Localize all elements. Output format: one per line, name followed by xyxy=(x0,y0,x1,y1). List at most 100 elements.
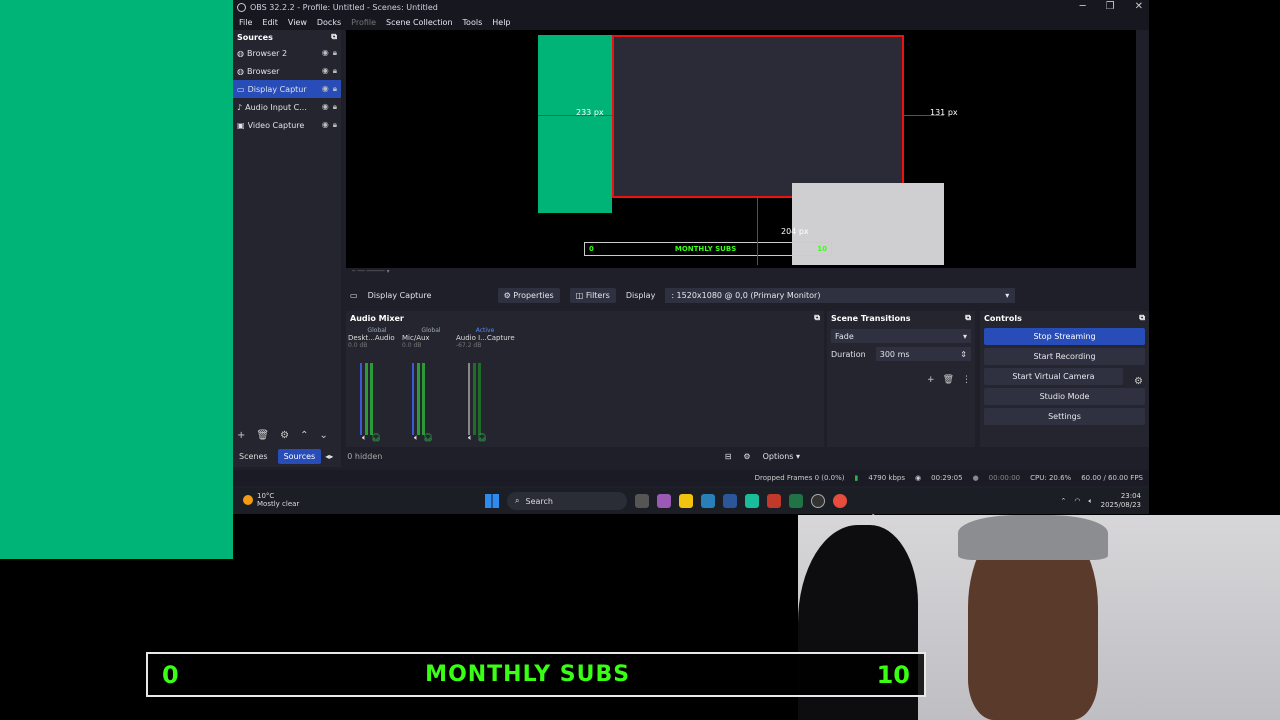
volume-fader[interactable] xyxy=(360,363,362,435)
source-item-audio-input[interactable]: ♪ Audio Input C... ◉ 🔒︎ xyxy=(233,98,341,116)
add-source-button[interactable]: + xyxy=(237,430,245,441)
undock-icon[interactable]: ⧉ xyxy=(1139,313,1145,323)
powerpoint-icon[interactable] xyxy=(767,494,781,508)
start-virtual-camera-button[interactable]: Start Virtual Camera xyxy=(984,368,1123,385)
edge-icon[interactable] xyxy=(745,494,759,508)
undock-icon[interactable]: ⧉ xyxy=(331,32,337,42)
filters-button[interactable]: ◫ Filters xyxy=(569,287,616,303)
headphones-icon[interactable]: 🎧︎ xyxy=(423,433,433,443)
settings-button[interactable]: Settings xyxy=(984,408,1145,425)
channel-name[interactable]: Audio I...Capture xyxy=(456,334,515,342)
add-transition-button[interactable]: + xyxy=(927,375,935,385)
speaker-icon[interactable]: 🔈︎ xyxy=(362,433,367,443)
file-explorer-icon[interactable] xyxy=(679,494,693,508)
speaker-icon[interactable]: 🔈︎ xyxy=(468,433,473,443)
eye-icon[interactable]: ◉ xyxy=(322,48,329,58)
eye-icon[interactable]: ◉ xyxy=(322,102,329,112)
volume-fader[interactable] xyxy=(412,363,414,435)
properties-button[interactable]: ⚙ Properties xyxy=(497,287,560,303)
close-button[interactable]: ✕ xyxy=(1135,1,1143,12)
options-button[interactable]: Options ▾ xyxy=(763,452,800,461)
lock-icon[interactable]: 🔒︎ xyxy=(333,66,337,76)
remove-transition-button[interactable]: 🗑︎ xyxy=(943,375,954,385)
excel-icon[interactable] xyxy=(789,494,803,508)
menu-scene-collection[interactable]: Scene Collection xyxy=(386,18,453,27)
mixer-settings-icon[interactable]: ⚙ xyxy=(743,452,750,461)
menu-profile[interactable]: Profile xyxy=(351,18,376,27)
speaker-icon[interactable]: 🔈︎ xyxy=(414,433,419,443)
obs-taskbar-icon[interactable] xyxy=(811,494,825,508)
stop-streaming-button[interactable]: Stop Streaming xyxy=(984,328,1145,345)
minimize-button[interactable]: ─ xyxy=(1080,1,1086,12)
eye-icon[interactable]: ◉ xyxy=(322,84,329,94)
source-item-video-capture[interactable]: ▣ Video Capture ◉ 🔒︎ xyxy=(233,116,341,134)
menu-tools[interactable]: Tools xyxy=(463,18,483,27)
lock-icon[interactable]: 🔒︎ xyxy=(333,48,337,58)
preview-bar-right: 10 xyxy=(817,245,827,253)
duration-label: Duration xyxy=(831,349,866,359)
menu-file[interactable]: File xyxy=(239,18,252,27)
menu-help[interactable]: Help xyxy=(492,18,510,27)
menu-bar: File Edit View Docks Profile Scene Colle… xyxy=(233,14,1149,30)
channel-name[interactable]: Deskt...Audio xyxy=(348,334,406,342)
clock-time[interactable]: 23:04 xyxy=(1121,492,1141,500)
menu-edit[interactable]: Edit xyxy=(262,18,278,27)
move-up-icon[interactable]: ⌃ xyxy=(300,430,308,441)
tab-scenes[interactable]: Scenes xyxy=(233,449,274,464)
headphones-icon[interactable]: 🎧︎ xyxy=(371,433,381,443)
sources-dock: Sources ⧉ ◍ Browser 2 ◉ 🔒︎ ◍ Browser ◉ 🔒︎ … xyxy=(233,30,341,467)
more-options-icon[interactable]: ⋮ xyxy=(962,375,971,385)
source-settings-icon[interactable]: ⚙ xyxy=(280,430,289,441)
lock-icon[interactable]: 🔒︎ xyxy=(333,120,337,130)
menu-view[interactable]: View xyxy=(288,18,307,27)
eye-icon[interactable]: ◉ xyxy=(322,120,329,130)
duration-input[interactable]: 300 ms ⇕ xyxy=(875,347,971,361)
duration-value: 300 ms xyxy=(879,349,910,359)
headphones-icon[interactable]: 🎧︎ xyxy=(477,433,487,443)
preview-display-capture[interactable] xyxy=(612,35,904,198)
undock-icon[interactable]: ⧉ xyxy=(814,313,820,323)
tab-sources[interactable]: Sources xyxy=(277,449,322,464)
word-icon[interactable] xyxy=(723,494,737,508)
lock-icon[interactable]: 🔒︎ xyxy=(333,102,337,112)
mixer-channel-desktop: Global Deskt...Audio 0.0 dB 🔈︎ 🎧︎ xyxy=(348,327,406,447)
copilot-icon[interactable] xyxy=(657,494,671,508)
weather-widget[interactable]: 10°C Mostly clear xyxy=(243,492,299,508)
obs-logo-icon xyxy=(237,2,246,12)
start-recording-button[interactable]: Start Recording xyxy=(984,348,1145,365)
stream-icon: ◉ xyxy=(915,474,922,482)
tab-arrows-icon[interactable]: ◂▸ xyxy=(325,452,333,461)
source-item-browser-2[interactable]: ◍ Browser 2 ◉ 🔒︎ xyxy=(233,44,341,62)
lock-icon[interactable]: 🔒︎ xyxy=(333,84,337,94)
temperature: 10°C xyxy=(257,492,275,500)
display-select[interactable]: : 1520x1080 @ 0,0 (Primary Monitor) ▾ xyxy=(665,287,1016,303)
studio-mode-button[interactable]: Studio Mode xyxy=(984,388,1145,405)
spinner-icon[interactable]: ⇕ xyxy=(960,350,967,359)
layout-icon[interactable]: ⊟ xyxy=(725,452,732,461)
eye-icon[interactable]: ◉ xyxy=(322,66,329,76)
program-preview[interactable]: 0 MONTHLY SUBS 10 233 px 131 px 204 px xyxy=(346,30,1136,268)
chevron-up-icon[interactable]: ⌃ xyxy=(1060,497,1066,505)
taskbar-apps: ⌕ Search xyxy=(485,492,847,510)
source-item-display-capture[interactable]: ▭ Display Captur ◉ 🔒︎ xyxy=(233,80,341,98)
undock-icon[interactable]: ⧉ xyxy=(965,313,971,323)
transition-select[interactable]: Fade ▾ xyxy=(831,329,971,343)
chrome-icon[interactable] xyxy=(833,494,847,508)
source-item-browser[interactable]: ◍ Browser ◉ 🔒︎ xyxy=(233,62,341,80)
audio-mixer-title: Audio Mixer xyxy=(350,313,404,323)
wifi-icon[interactable]: ◠ xyxy=(1074,497,1080,505)
taskbar-search[interactable]: ⌕ Search xyxy=(507,492,627,510)
remove-source-button[interactable]: 🗑︎ xyxy=(256,430,269,441)
menu-docks[interactable]: Docks xyxy=(317,18,341,27)
preview-bar-left: 0 xyxy=(589,245,594,253)
volume-icon[interactable]: 🔈︎ xyxy=(1088,497,1092,506)
maximize-button[interactable]: ❐ xyxy=(1106,1,1115,12)
volume-fader[interactable] xyxy=(468,363,470,435)
task-view-icon[interactable] xyxy=(635,494,649,508)
move-down-icon[interactable]: ⌄ xyxy=(319,430,327,441)
channel-name[interactable]: Mic/Aux xyxy=(402,334,460,342)
store-icon[interactable] xyxy=(701,494,715,508)
virtual-camera-settings-icon[interactable]: ⚙ xyxy=(1134,376,1143,387)
windows-start-icon[interactable] xyxy=(485,494,499,508)
clock-date[interactable]: 2025/08/23 xyxy=(1101,501,1141,509)
